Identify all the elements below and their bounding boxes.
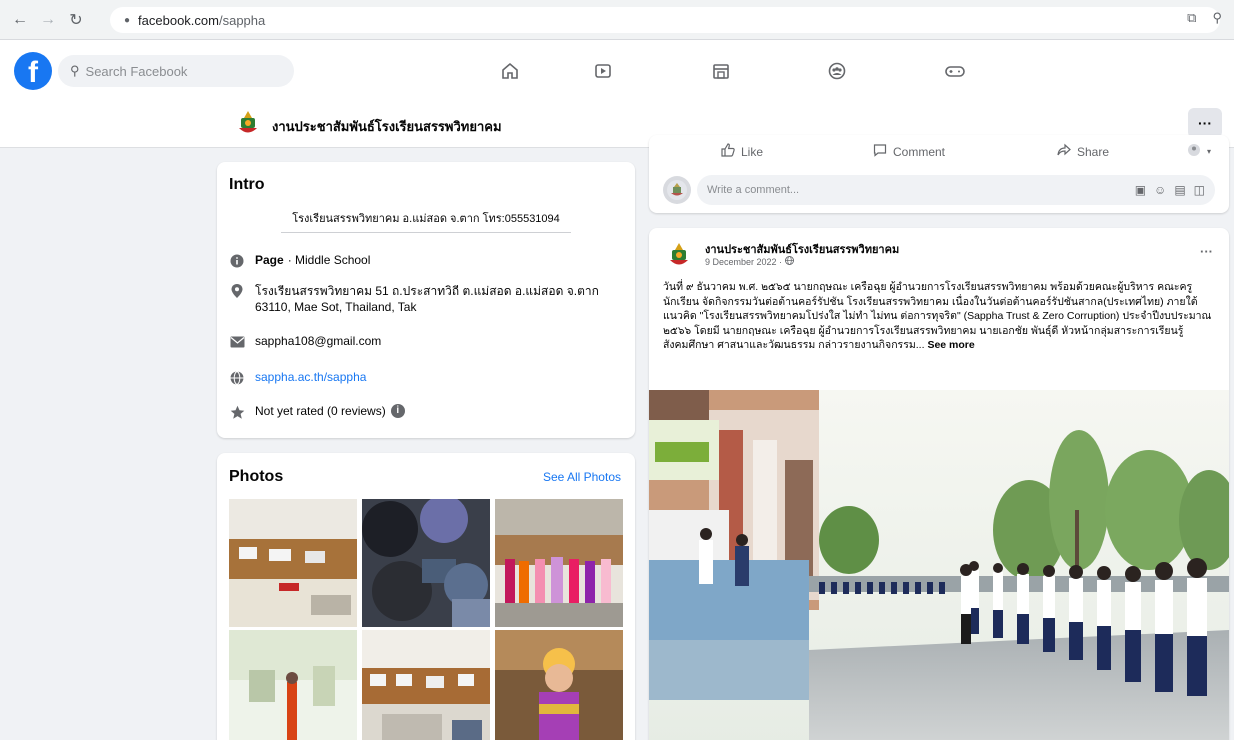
intro-rating-row: Not yet rated (0 reviews) i <box>229 404 405 420</box>
photo-thumbnail[interactable] <box>362 630 490 740</box>
info-circle-icon <box>229 253 245 269</box>
photo-thumbnail[interactable] <box>495 630 623 740</box>
share-button[interactable]: Share <box>1057 143 1109 160</box>
globe-icon <box>229 370 245 386</box>
intro-divider <box>281 232 571 233</box>
sticker-icon[interactable]: ▣ <box>1135 183 1146 197</box>
see-all-photos-link[interactable]: See All Photos <box>543 470 621 484</box>
star-icon <box>229 404 245 420</box>
address-text[interactable]: โรงเรียนสรรพวิทยาคม 51 ถ.ประสาทวิถี ต.แม… <box>255 283 619 315</box>
rating-text: Not yet rated (0 reviews) <box>255 404 386 418</box>
camera-icon[interactable]: ◫ <box>1194 183 1205 197</box>
emoji-icon[interactable]: ☺ <box>1154 183 1166 197</box>
left-margin <box>0 148 200 740</box>
intro-heading: Intro <box>229 176 265 193</box>
like-button[interactable]: Like <box>721 143 763 160</box>
location-pin-icon <box>229 283 245 299</box>
gif-icon[interactable]: ▤ <box>1174 183 1185 197</box>
page-title[interactable]: งานประชาสัมพันธ์โรงเรียนสรรพวิทยาคม <box>272 116 502 137</box>
photo-thumbnail[interactable] <box>362 499 490 627</box>
chevron-down-icon: ▾ <box>1207 147 1212 156</box>
page-avatar[interactable] <box>232 108 264 140</box>
intro-address-row: โรงเรียนสรรพวิทยาคม 51 ถ.ประสาทวิถี ต.แม… <box>229 283 619 315</box>
lock-icon: ● <box>124 14 131 26</box>
search-input[interactable] <box>85 63 276 79</box>
post-options-button[interactable]: ··· <box>1200 244 1213 259</box>
commenter-avatar[interactable] <box>663 176 691 204</box>
browser-toolbar: ← → ↻ ● facebook.com/sappha ⧉ ⚲ <box>0 0 1234 40</box>
previous-post-actions: Like Comment Share ▾ ▣ ☺ ▤ ◫ <box>649 135 1229 213</box>
reload-icon[interactable]: ↻ <box>62 6 90 34</box>
photo-thumbnail[interactable] <box>229 630 357 740</box>
photo-thumbnail[interactable] <box>495 499 623 627</box>
home-icon[interactable] <box>495 56 525 86</box>
forward-arrow-icon[interactable]: → <box>34 6 62 34</box>
comment-button[interactable]: Comment <box>873 143 945 160</box>
marketplace-icon[interactable] <box>706 56 736 86</box>
photos-heading: Photos <box>229 468 284 485</box>
url-path: /sappha <box>218 12 266 28</box>
intro-category-row: Page · Middle School <box>229 253 370 269</box>
share-page-icon[interactable]: ⧉ <box>1187 10 1196 26</box>
post-photo[interactable] <box>649 390 1229 740</box>
reaction-selector[interactable]: ▾ <box>1187 143 1211 160</box>
post-card: งานประชาสัมพันธ์โรงเรียนสรรพวิทยาคม 9 De… <box>649 228 1229 740</box>
search-icon: ⚲ <box>70 63 80 78</box>
photo-thumbnail[interactable] <box>229 499 357 627</box>
back-arrow-icon[interactable]: ← <box>6 6 34 34</box>
page-more-button[interactable]: ··· <box>1188 108 1222 138</box>
intro-website-row: sappha.ac.th/sappha <box>229 370 366 386</box>
category-value: · Middle School <box>287 253 371 267</box>
like-label: Like <box>741 144 764 159</box>
comment-label: Comment <box>893 144 946 159</box>
website-link[interactable]: sappha.ac.th/sappha <box>255 370 366 384</box>
page-profile-icon <box>1187 143 1201 160</box>
see-more-link[interactable]: See more <box>927 339 974 351</box>
rating-info-icon[interactable]: i <box>390 404 405 418</box>
envelope-icon <box>229 334 245 350</box>
category-label: Page <box>255 253 284 267</box>
address-bar[interactable]: ● facebook.com/sappha <box>110 7 1220 33</box>
photos-card: Photos See All Photos <box>217 453 635 740</box>
intro-card: Intro โรงเรียนสรรพวิทยาคม อ.แม่สอด จ.ตาก… <box>217 162 635 438</box>
facebook-logo-icon[interactable]: f <box>14 52 52 90</box>
comment-composer <box>663 175 1215 205</box>
comment-bubble-icon <box>873 143 887 160</box>
intro-bio: โรงเรียนสรรพวิทยาคม อ.แม่สอด จ.ตาก โทร:0… <box>292 213 560 225</box>
thumbs-up-icon <box>721 143 735 160</box>
post-author-avatar[interactable] <box>663 240 695 272</box>
share-arrow-icon <box>1057 143 1071 160</box>
zoom-icon[interactable]: ⚲ <box>1212 10 1222 26</box>
url-host: facebook.com <box>138 12 219 28</box>
intro-email-row: sappha108@gmail.com <box>229 334 381 350</box>
comment-tools: ▣ ☺ ▤ ◫ <box>1135 183 1205 197</box>
globe-icon <box>784 256 794 267</box>
post-body: วันที่ ๙ ธันวาคม พ.ศ. ๒๕๖๕ นายกฤษณะ เครื… <box>663 280 1215 353</box>
gaming-icon[interactable] <box>940 56 970 86</box>
post-action-bar: Like Comment Share ▾ <box>649 143 1229 163</box>
post-timestamp[interactable]: 9 December 2022 · <box>705 256 794 267</box>
groups-icon[interactable] <box>822 56 852 86</box>
facebook-search[interactable]: ⚲ <box>58 55 294 87</box>
post-date: 9 December 2022 · <box>705 257 785 267</box>
email-text[interactable]: sappha108@gmail.com <box>255 334 381 348</box>
facebook-top-nav: f ⚲ <box>0 40 1234 102</box>
watch-icon[interactable] <box>588 56 618 86</box>
share-label: Share <box>1077 144 1110 159</box>
